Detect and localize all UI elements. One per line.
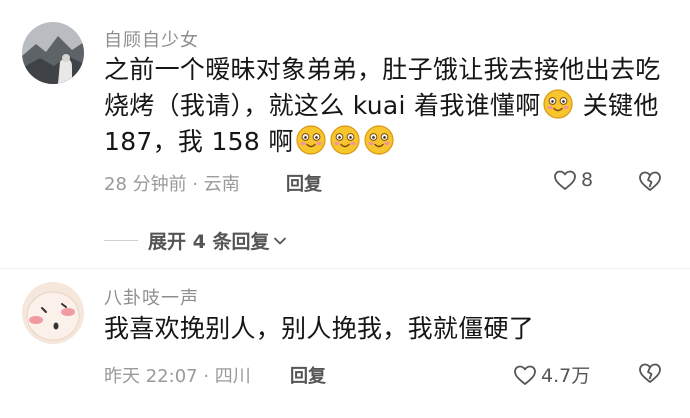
blush-smile-emoji [364,125,394,155]
blush-smile-emoji [296,125,326,155]
comment-text-segment: 烧烤（我请），就这么 kuai 着我谁懂啊 [104,91,541,120]
comment-text-segment: 187，我 158 啊 [104,127,294,156]
like-count: 8 [581,169,594,191]
username[interactable]: 八卦吱一声 [104,284,199,310]
like-button[interactable]: 4.7万 [513,361,590,388]
comment-item: 自顾自少女 之前一个暧昧对象弟弟，肚子饿让我去接他出去吃 烧烤（我请），就这么 … [0,0,690,220]
dislike-button[interactable] [638,361,662,385]
username[interactable]: 自顾自少女 [104,26,199,52]
comment-text-line: 我喜欢挽别人，别人挽我，我就僵硬了 [104,314,535,343]
expand-replies-label: 展开 4 条回复 [148,231,270,253]
dislike-button[interactable] [638,169,662,193]
broken-heart-icon [639,171,661,191]
blush-smile-emoji [542,89,573,119]
reply-button[interactable]: 回复 [290,362,326,388]
comment-text-line: 烧烤（我请），就这么 kuai 着我谁懂啊 关键他 [104,88,679,124]
comment-text-segment: 关键他 [574,91,659,120]
like-button[interactable]: 8 [553,169,593,191]
comment-text: 我喜欢挽别人，别人挽我，我就僵硬了 [104,311,679,347]
reply-button[interactable]: 回复 [286,170,322,196]
heart-outline-icon [554,170,576,190]
blush-smile-emoji [330,125,360,155]
comment-time-location: 28 分钟前 · 云南 [104,174,240,195]
expand-replies-button[interactable]: 展开 4 条回复 [104,227,287,254]
avatar[interactable] [22,22,84,84]
like-count: 4.7万 [541,365,591,387]
broken-heart-icon [639,363,661,383]
heart-outline-icon [514,365,536,385]
comment-item: 八卦吱一声 我喜欢挽别人，别人挽我，我就僵硬了 昨天 22:07 · 四川 回复… [0,270,690,418]
chevron-down-icon [274,237,287,244]
comment-text-line: 187，我 158 啊 [104,124,679,160]
comment-time-location: 昨天 22:07 · 四川 [104,366,251,387]
comment-text-line: 之前一个暧昧对象弟弟，肚子饿让我去接他出去吃 [104,55,661,84]
expand-line [104,240,138,241]
avatar[interactable] [22,282,84,344]
comment-text: 之前一个暧昧对象弟弟，肚子饿让我去接他出去吃 烧烤（我请），就这么 kuai 着… [104,52,679,160]
divider [0,268,690,269]
